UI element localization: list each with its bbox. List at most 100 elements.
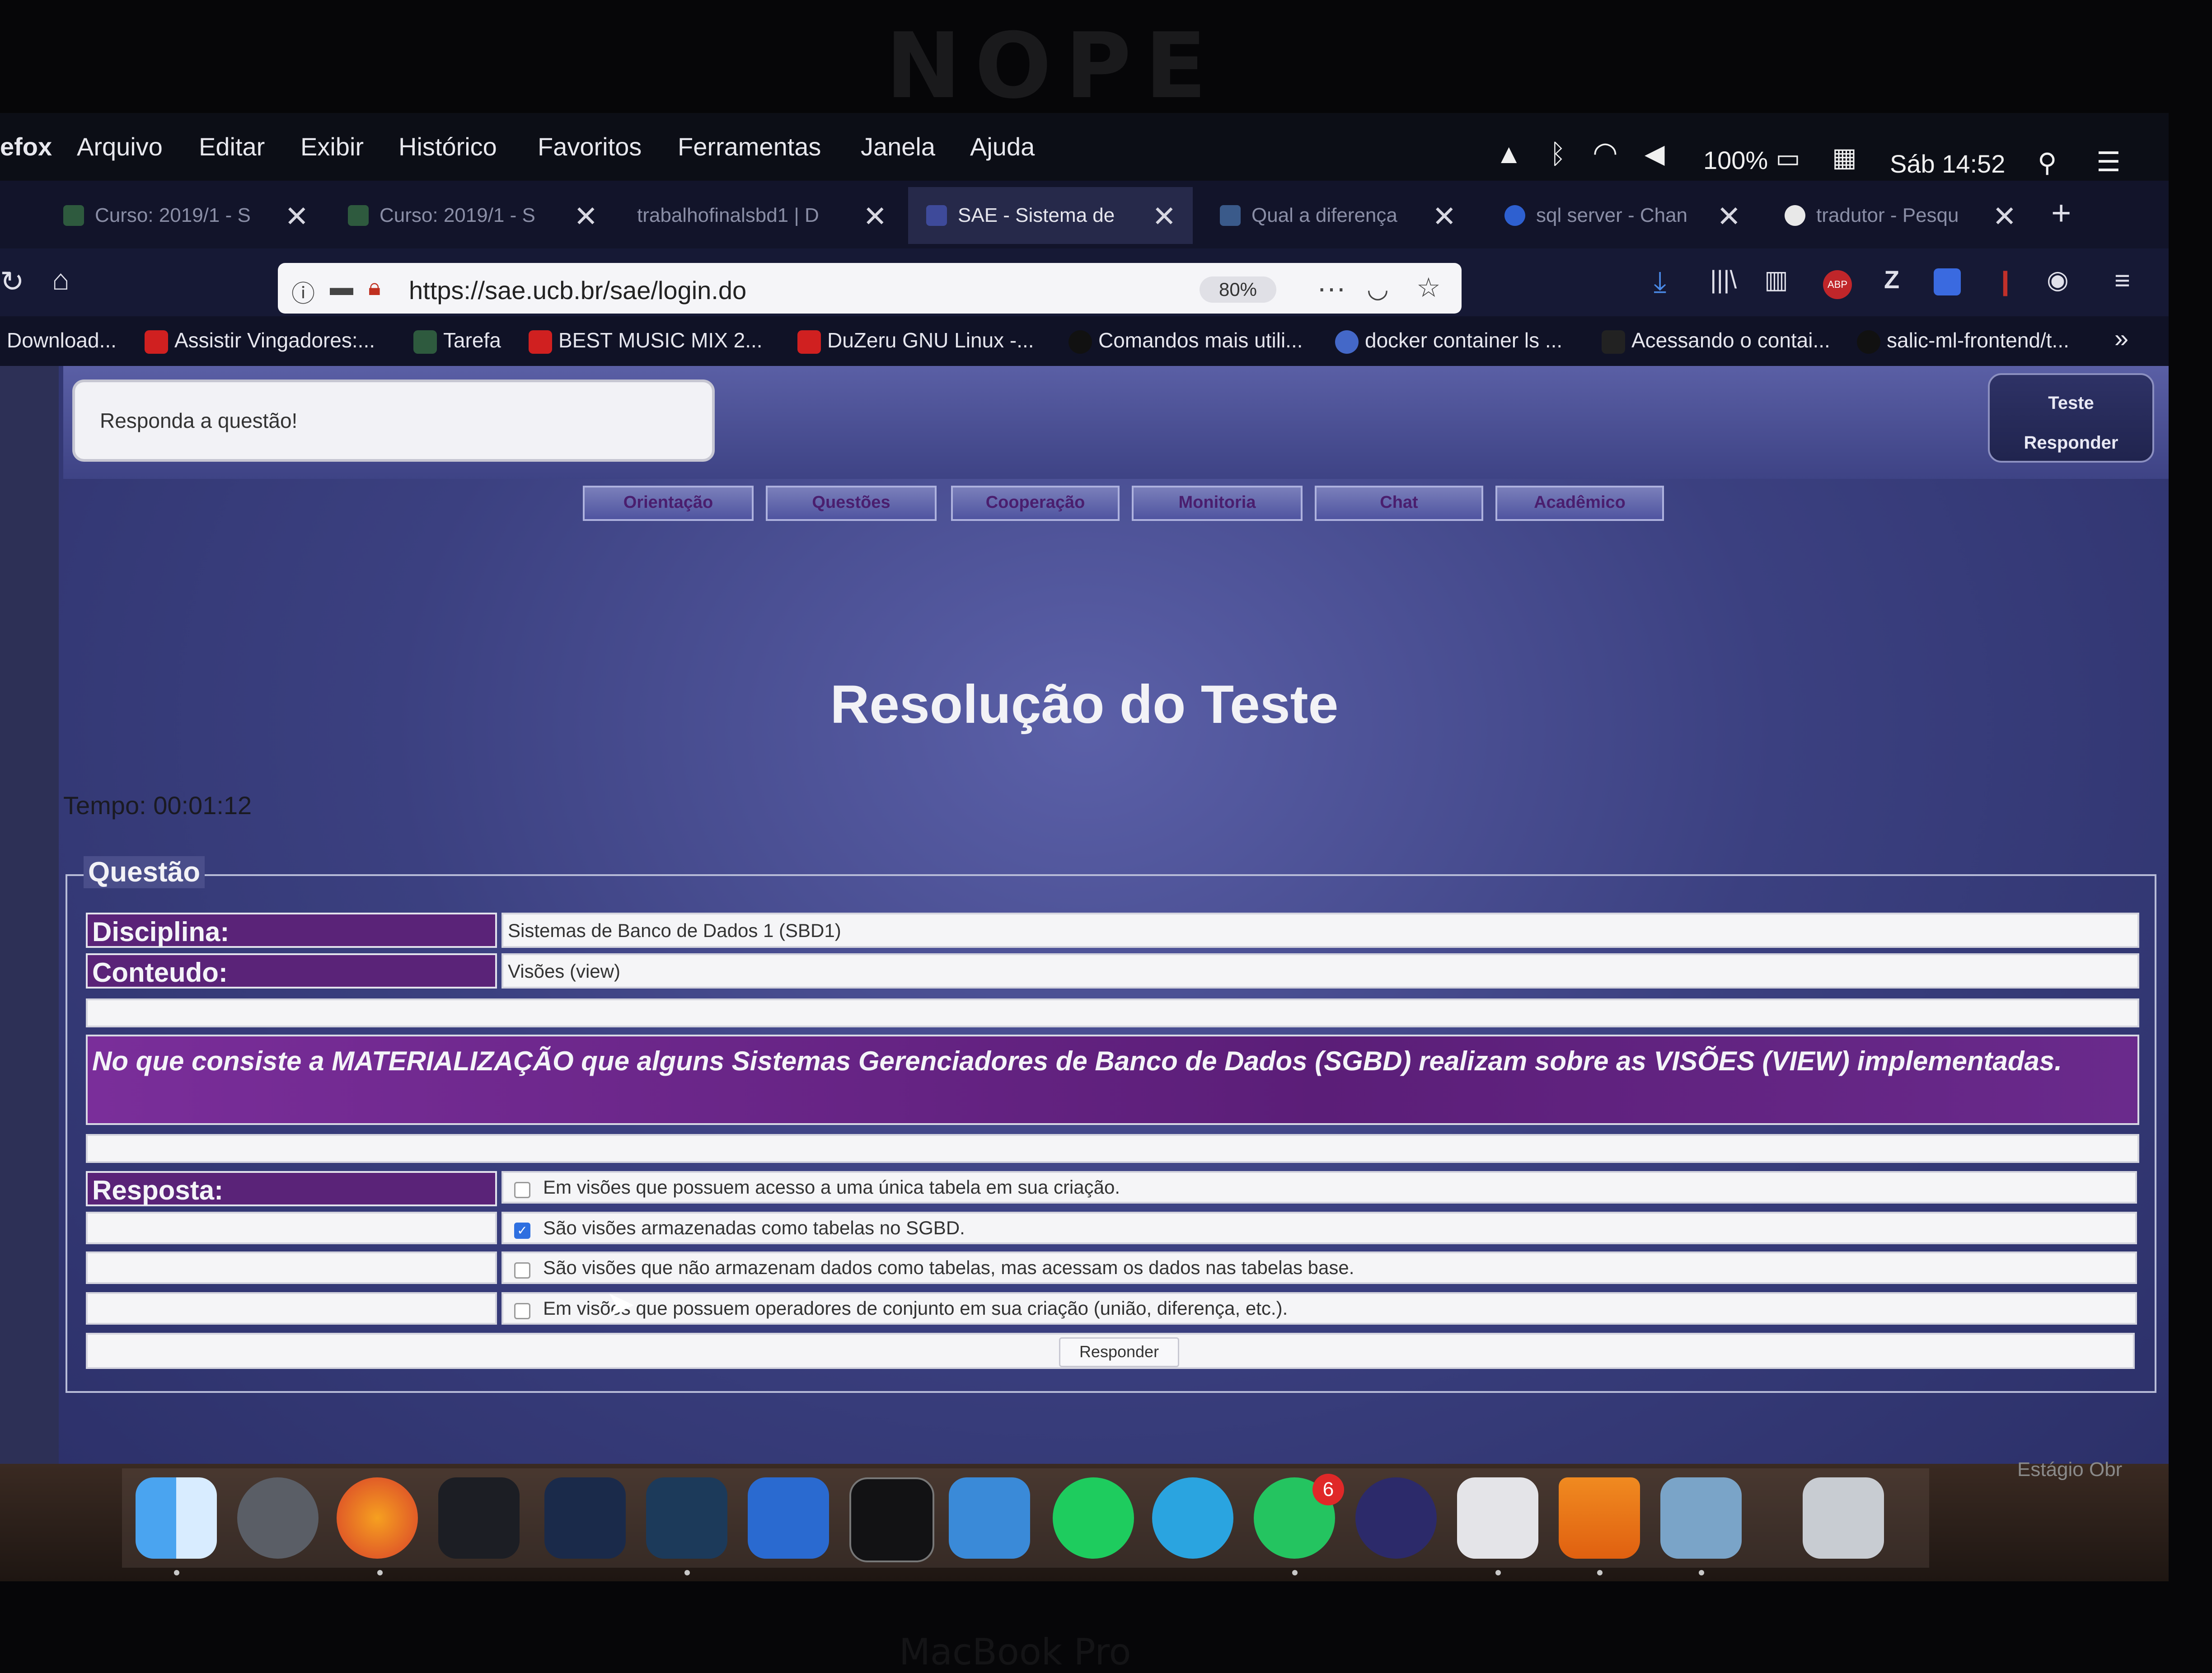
tab-label: trabalhofinalsbd1 | D	[637, 204, 819, 226]
calendar-icon[interactable]: ▦	[1832, 142, 1857, 173]
close-icon[interactable]: ✕	[1152, 200, 1176, 234]
firefox-icon[interactable]	[337, 1477, 418, 1559]
tab-trabalhofinal[interactable]: trabalhofinalsbd1 | D ✕	[614, 187, 895, 244]
reload-icon[interactable]: ↻	[0, 265, 24, 299]
bluetooth-icon[interactable]: ᛒ	[1550, 138, 1566, 169]
menu-historico[interactable]: Histórico	[398, 132, 497, 161]
eclipse-icon[interactable]	[1355, 1477, 1437, 1559]
bookmark-salic[interactable]: salic-ml-frontend/t...	[1857, 328, 2069, 354]
close-icon[interactable]: ✕	[863, 200, 887, 234]
menu-exibir[interactable]: Exibir	[300, 132, 364, 161]
tab-cooperacao[interactable]: Cooperação	[951, 486, 1120, 521]
extension-icon[interactable]: ❙	[1995, 267, 2016, 296]
responder-side-button[interactable]: Responder	[1990, 433, 2152, 453]
insecure-lock-icon[interactable]: 🔒︎	[368, 274, 381, 301]
responder-button[interactable]: Responder	[1059, 1337, 1179, 1367]
bookmark-tarefa[interactable]: Tarefa	[413, 328, 501, 354]
terminal-icon[interactable]	[849, 1477, 934, 1562]
spotify-icon[interactable]	[1053, 1477, 1134, 1559]
more-bookmarks-chevron-icon[interactable]: »	[2114, 323, 2128, 353]
trash-icon[interactable]	[1803, 1477, 1884, 1559]
moodle-favicon-icon	[63, 205, 84, 226]
volume-icon[interactable]: ◀	[1645, 138, 1665, 169]
vlc-icon[interactable]	[1559, 1477, 1640, 1559]
menu-arquivo[interactable]: Arquivo	[77, 132, 163, 161]
page-actions-icon[interactable]: ···	[1317, 271, 1346, 305]
message-text: Responda a questão!	[100, 409, 298, 432]
menu-ajuda[interactable]: Ajuda	[970, 132, 1035, 161]
telegram-icon[interactable]	[1152, 1477, 1233, 1559]
new-tab-plus-icon[interactable]: +	[2051, 193, 2071, 233]
launchpad-rocket-icon[interactable]	[237, 1477, 319, 1559]
tab-questoes[interactable]: Questões	[766, 486, 937, 521]
info-icon[interactable]: ⓘ	[291, 275, 315, 309]
bookmark-best-music[interactable]: BEST MUSIC MIX 2...	[529, 328, 763, 354]
answer-option-2[interactable]: ✓ São visões armazenadas como tabelas no…	[501, 1212, 2137, 1244]
bookmark-download[interactable]: Download...	[7, 328, 117, 352]
docker-icon[interactable]	[949, 1477, 1030, 1559]
bookmark-docker[interactable]: docker container ls ...	[1335, 328, 1562, 354]
close-icon[interactable]: ✕	[1717, 200, 1741, 234]
app-icon[interactable]	[438, 1477, 520, 1559]
option-checkbox[interactable]	[514, 1182, 530, 1198]
tab-monitoria[interactable]: Monitoria	[1132, 486, 1303, 521]
tab-curso-2[interactable]: Curso: 2019/1 - S ✕	[330, 187, 610, 244]
clock[interactable]: Sáb 14:52	[1890, 149, 2005, 178]
zotero-icon[interactable]: Z	[1884, 265, 1899, 294]
close-icon[interactable]: ✕	[574, 200, 598, 234]
library-icon[interactable]: |||\	[1710, 265, 1737, 294]
menu-ferramentas[interactable]: Ferramentas	[678, 132, 821, 161]
download-icon[interactable]: ⤓	[1654, 265, 1666, 299]
answer-option-1[interactable]: Em visões que possuem acesso a uma única…	[501, 1171, 2137, 1204]
answer-option-3[interactable]: São visões que não armazenam dados como …	[501, 1251, 2137, 1284]
hamburger-menu-icon[interactable]: ≡	[2114, 265, 2130, 296]
answer-option-4[interactable]: Em visões que possuem operadores de conj…	[501, 1292, 2137, 1325]
sidebar-icon[interactable]: ▥	[1764, 265, 1788, 295]
menu-favoritos[interactable]: Favoritos	[538, 132, 642, 161]
battery-percent[interactable]: 100%	[1703, 145, 1768, 175]
tab-qual-diferenca[interactable]: Qual a diferença ✕	[1202, 187, 1482, 244]
java-icon[interactable]	[1457, 1477, 1538, 1559]
bookmark-duzeru[interactable]: DuZeru GNU Linux -...	[797, 328, 1034, 354]
bookmark-vingadores[interactable]: Assistir Vingadores:...	[145, 328, 375, 354]
pocket-icon[interactable]: ◡	[1367, 274, 1389, 304]
url-text[interactable]: https://sae.ucb.br/sae/login.do	[409, 276, 746, 305]
url-bar[interactable]: ⓘ ▬ 🔒︎ https://sae.ucb.br/sae/login.do 8…	[278, 263, 1462, 314]
close-icon[interactable]: ✕	[1992, 200, 2017, 234]
tab-curso-1[interactable]: Curso: 2019/1 - S ✕	[45, 187, 325, 244]
tab-chat[interactable]: Chat	[1315, 486, 1483, 521]
zoom-level[interactable]: 80%	[1200, 276, 1276, 303]
spotlight-search-icon[interactable]: ⚲	[2038, 147, 2057, 178]
wifi-icon[interactable]: ◠	[1593, 136, 1618, 169]
menu-editar[interactable]: Editar	[199, 132, 265, 161]
tab-orientacao[interactable]: Orientação	[583, 486, 754, 521]
tab-sql-server[interactable]: sql server - Chan ✕	[1486, 187, 1757, 244]
preview-icon[interactable]	[1660, 1477, 1742, 1559]
menu-app-name[interactable]: efox	[0, 132, 52, 161]
notification-center-icon[interactable]: ☰	[2096, 146, 2121, 178]
close-icon[interactable]: ✕	[1432, 200, 1457, 234]
close-icon[interactable]: ✕	[285, 200, 309, 234]
adblock-icon[interactable]: ABP	[1823, 270, 1852, 299]
bookmark-star-icon[interactable]: ☆	[1416, 272, 1441, 304]
battery-icon[interactable]: ▭	[1776, 143, 1800, 173]
option-checkbox[interactable]	[514, 1303, 530, 1319]
tab-tradutor[interactable]: tradutor - Pesqu ✕	[1767, 187, 2038, 244]
vlc-status-icon[interactable]: ▲	[1495, 138, 1522, 169]
home-icon[interactable]: ⌂	[52, 263, 70, 296]
bookmark-comandos[interactable]: Comandos mais utili...	[1069, 328, 1303, 354]
option-checkbox[interactable]	[514, 1262, 530, 1279]
xcode-icon[interactable]	[748, 1477, 829, 1559]
teste-button[interactable]: Teste	[1990, 393, 2152, 413]
tab-sae[interactable]: SAE - Sistema de ✕	[908, 187, 1193, 244]
option-checkbox-checked[interactable]: ✓	[514, 1223, 530, 1239]
vscode-icon[interactable]	[544, 1477, 626, 1559]
mysql-workbench-icon[interactable]	[646, 1477, 727, 1559]
page-icon[interactable]: ▬	[330, 274, 353, 301]
finder-icon[interactable]	[136, 1477, 217, 1559]
bookmark-acessando[interactable]: Acessando o contai...	[1602, 328, 1830, 354]
translate-icon[interactable]	[1934, 268, 1961, 295]
menu-janela[interactable]: Janela	[861, 132, 935, 161]
tab-academico[interactable]: Acadêmico	[1495, 486, 1664, 521]
account-icon[interactable]: ◉	[2047, 265, 2069, 295]
